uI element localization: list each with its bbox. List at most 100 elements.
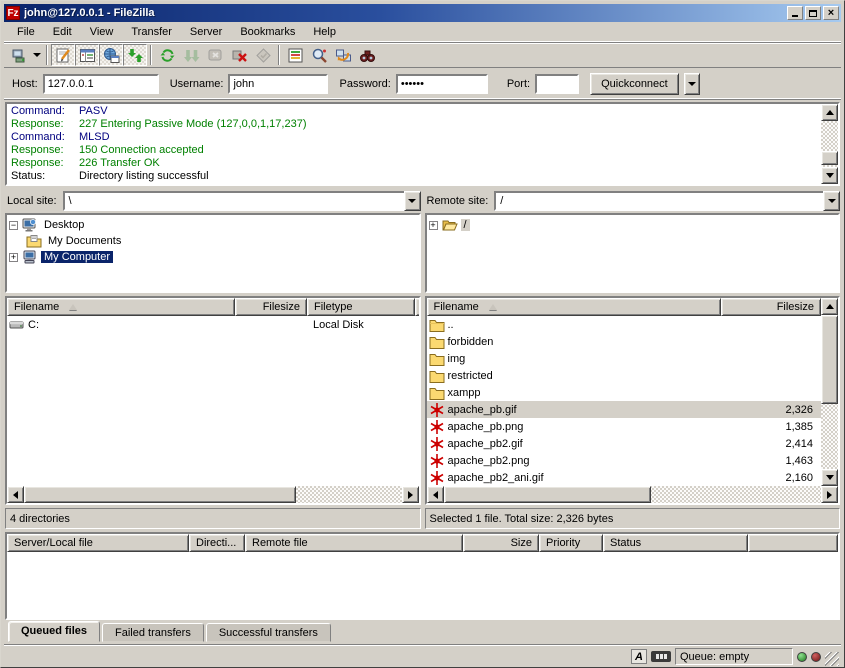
username-label: Username: (170, 78, 224, 90)
expand-icon[interactable]: + (429, 221, 438, 230)
toolbar (4, 42, 841, 68)
column-header-filesize[interactable]: Filesize (235, 298, 307, 316)
file-size: 2,414 (721, 438, 821, 450)
tab-successful-transfers[interactable]: Successful transfers (206, 623, 331, 642)
remote-vscrollbar[interactable] (821, 298, 838, 486)
scroll-thumb[interactable] (24, 486, 296, 503)
scroll-thumb[interactable] (444, 486, 652, 503)
remote-file-row[interactable]: apache_pb2_ani.gif 2,160 (427, 469, 822, 486)
remote-site-dropdown-icon[interactable] (823, 191, 840, 211)
column-header-size[interactable]: Size (463, 534, 539, 552)
scroll-thumb[interactable] (821, 151, 838, 165)
local-hscrollbar[interactable] (7, 486, 419, 503)
tree-item-label[interactable]: / (461, 219, 470, 231)
column-header-lastmodified[interactable]: L (415, 298, 421, 316)
maximize-button[interactable] (805, 6, 821, 20)
scroll-right-icon[interactable] (402, 486, 419, 503)
local-file-row[interactable]: C: Local Disk (7, 316, 419, 333)
column-header-priority[interactable]: Priority (539, 534, 603, 552)
toggle-message-log-icon[interactable] (51, 44, 75, 66)
menu-server[interactable]: Server (181, 24, 231, 40)
remote-site-combo[interactable]: / (494, 191, 840, 211)
reconnect-icon[interactable] (251, 44, 275, 66)
column-header-remote-file[interactable]: Remote file (245, 534, 463, 552)
column-header-filename[interactable]: Filename (427, 298, 722, 316)
find-files-icon[interactable] (355, 44, 379, 66)
tree-item-my-computer[interactable]: + My Computer (9, 249, 417, 265)
tab-queued-files[interactable]: Queued files (8, 621, 100, 642)
scroll-thumb[interactable] (821, 315, 838, 404)
local-site-combo[interactable]: \ (63, 191, 421, 211)
password-input[interactable] (396, 74, 488, 94)
column-header-server-local-file[interactable]: Server/Local file (7, 534, 189, 552)
remote-file-row[interactable]: apache_pb2.gif 2,414 (427, 435, 822, 452)
column-header-filetype[interactable]: Filetype (307, 298, 415, 316)
quickconnect-button[interactable]: Quickconnect (590, 73, 679, 95)
local-site-value[interactable]: \ (63, 191, 404, 211)
image-file-icon (429, 419, 445, 435)
scroll-up-icon[interactable] (821, 298, 838, 315)
host-input[interactable] (43, 74, 159, 94)
column-header-status[interactable]: Status (603, 534, 748, 552)
tab-failed-transfers[interactable]: Failed transfers (102, 623, 204, 642)
log-line-label: Status: (7, 170, 79, 183)
scroll-left-icon[interactable] (427, 486, 444, 503)
username-input[interactable] (228, 74, 328, 94)
scroll-down-icon[interactable] (821, 167, 838, 184)
remote-file-row[interactable]: apache_pb.png 1,385 (427, 418, 822, 435)
tree-item-label[interactable]: My Computer (41, 251, 113, 263)
scroll-left-icon[interactable] (7, 486, 24, 503)
menu-edit[interactable]: Edit (44, 24, 81, 40)
scroll-up-icon[interactable] (821, 104, 838, 121)
resize-grip[interactable] (825, 652, 839, 666)
menu-file[interactable]: File (8, 24, 44, 40)
directory-comparison-icon[interactable] (307, 44, 331, 66)
toggle-remote-tree-icon[interactable] (99, 44, 123, 66)
site-manager-icon[interactable] (7, 44, 31, 66)
remote-file-row-selected[interactable]: apache_pb.gif 2,326 (427, 401, 822, 418)
menu-transfer[interactable]: Transfer (122, 24, 181, 40)
remote-file-row[interactable]: apache_pb2.png 1,463 (427, 452, 822, 469)
synchronized-browsing-icon[interactable] (331, 44, 355, 66)
column-header-filesize[interactable]: Filesize (721, 298, 821, 316)
remote-file-row[interactable]: xampp (427, 384, 822, 401)
refresh-icon[interactable] (155, 44, 179, 66)
disconnect-icon[interactable] (227, 44, 251, 66)
close-button[interactable]: × (823, 6, 839, 20)
menu-help[interactable]: Help (304, 24, 345, 40)
tree-item-label[interactable]: My Documents (45, 235, 124, 247)
remote-file-row[interactable]: restricted (427, 367, 822, 384)
tree-item-desktop[interactable]: − Desktop (9, 217, 417, 233)
tree-item-root[interactable]: + / (429, 217, 837, 233)
expand-icon[interactable]: + (9, 253, 18, 262)
quickconnect-dropdown-icon[interactable] (684, 73, 700, 95)
scroll-right-icon[interactable] (821, 486, 838, 503)
log-scrollbar[interactable] (821, 104, 838, 184)
column-header-filename[interactable]: Filename (7, 298, 235, 316)
collapse-icon[interactable]: − (9, 221, 18, 230)
site-manager-dropdown-icon[interactable] (31, 44, 43, 66)
menu-bookmarks[interactable]: Bookmarks (231, 24, 304, 40)
cancel-icon[interactable] (203, 44, 227, 66)
local-site-dropdown-icon[interactable] (404, 191, 421, 211)
file-size: 2,160 (721, 472, 821, 484)
scroll-down-icon[interactable] (821, 469, 838, 486)
tree-item-my-documents[interactable]: My Documents (9, 233, 417, 249)
column-header-direction[interactable]: Directi... (189, 534, 245, 552)
remote-file-row[interactable]: forbidden (427, 333, 822, 350)
directory-listing-filters-icon[interactable] (283, 44, 307, 66)
remote-hscrollbar[interactable] (427, 486, 839, 503)
tree-item-label[interactable]: Desktop (41, 219, 87, 231)
folder-icon (429, 317, 445, 333)
remote-file-row[interactable]: img (427, 350, 822, 367)
menu-view[interactable]: View (81, 24, 123, 40)
toggle-local-tree-icon[interactable] (75, 44, 99, 66)
drive-icon (9, 317, 25, 333)
remote-site-value[interactable]: / (494, 191, 823, 211)
toggle-transfer-queue-icon[interactable] (123, 44, 147, 66)
port-input[interactable] (535, 74, 579, 94)
quickconnect-bar: Host: Username: Password: Port: Quickcon… (4, 68, 841, 100)
minimize-button[interactable] (787, 6, 803, 20)
remote-file-row[interactable]: .. (427, 316, 822, 333)
process-queue-icon[interactable] (179, 44, 203, 66)
